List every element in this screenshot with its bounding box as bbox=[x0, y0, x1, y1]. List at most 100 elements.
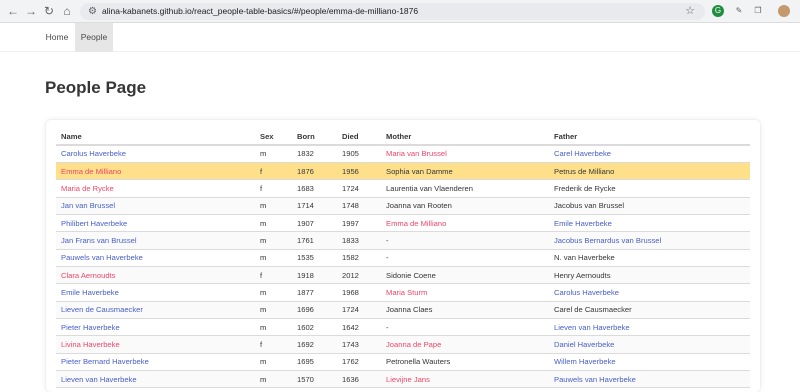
person-link[interactable]: Carolus Haverbeke bbox=[61, 149, 126, 158]
nav-people-link[interactable]: People bbox=[75, 23, 113, 52]
cell-born: 1832 bbox=[292, 145, 337, 163]
table-row: Pieter Haverbeke m 1602 1642- Lieven van Hav… bbox=[56, 318, 750, 337]
person-link[interactable]: Jan Frans van Brussel bbox=[61, 236, 137, 245]
father-link[interactable]: Jacobus Bernardus van Brussel bbox=[554, 236, 661, 245]
profile-avatar[interactable] bbox=[778, 5, 790, 17]
cell-mother: Joanna de Pape bbox=[381, 335, 549, 354]
cell-died: 1956 bbox=[337, 162, 381, 181]
person-link[interactable]: Philibert Haverbeke bbox=[61, 219, 127, 228]
mother-link[interactable]: Joanna de Pape bbox=[386, 340, 441, 349]
cell-born: 1918 bbox=[292, 266, 337, 285]
table-header-row: Name Sex Born Died Mother Father bbox=[56, 128, 750, 146]
person-link[interactable]: Maria de Rycke bbox=[61, 184, 114, 193]
person-link[interactable]: Lieven de Causmaecker bbox=[61, 305, 143, 314]
cell-mother: Maria van Brussel bbox=[381, 145, 549, 163]
cell-born: 1907 bbox=[292, 214, 337, 233]
cell-born: 1761 bbox=[292, 231, 337, 250]
home-icon[interactable]: ⌂ bbox=[60, 4, 74, 18]
father-link[interactable]: Carolus Haverbeke bbox=[554, 288, 619, 297]
table-row: Jan Frans van Brussel m 1761 1833- Jacobus B… bbox=[56, 231, 750, 250]
table-row: Carolus Haverbeke m 1832 1905 Maria van Brus… bbox=[56, 145, 750, 163]
cell-mother: Maria Sturm bbox=[381, 283, 549, 302]
cell-sex: m bbox=[255, 301, 292, 319]
cell-father: Lieven van Haverbeke bbox=[549, 318, 750, 337]
table-row: Maria de Rycke f 1683 1724 Laurentia van Vla… bbox=[56, 179, 750, 198]
cell-name: Pieter Bernard Haverbeke bbox=[56, 353, 255, 371]
person-link[interactable]: Livina Haverbeke bbox=[61, 340, 120, 349]
arrow-left-icon[interactable]: ← bbox=[6, 4, 20, 18]
cell-died: 1748 bbox=[337, 197, 381, 215]
father-link[interactable]: Pauwels van Haverbeke bbox=[554, 375, 636, 384]
cell-father: N. van Haverbeke bbox=[549, 249, 750, 267]
table-row: Livina Haverbeke f 1692 1743 Joanna de Pape D… bbox=[56, 335, 750, 354]
cell-sex: f bbox=[255, 179, 292, 198]
cell-name: Lieven van Haverbeke bbox=[56, 370, 255, 389]
cell-father: Pauwels van Haverbeke bbox=[549, 370, 750, 389]
person-link[interactable]: Emma de Milliano bbox=[61, 167, 121, 176]
mother-link[interactable]: Maria Sturm bbox=[386, 288, 427, 297]
cell-sex: m bbox=[255, 318, 292, 337]
cell-father: Carel Haverbeke bbox=[549, 145, 750, 163]
cell-died: 1762 bbox=[337, 353, 381, 371]
header-father: Father bbox=[549, 128, 750, 146]
father-link[interactable]: Daniel Haverbeke bbox=[554, 340, 614, 349]
cell-father: Willem Haverbeke bbox=[549, 353, 750, 371]
person-link[interactable]: Clara Aernoudts bbox=[61, 271, 115, 280]
cell-sex: m bbox=[255, 249, 292, 267]
site-info-icon[interactable]: ⚙ bbox=[86, 5, 99, 18]
header-sex: Sex bbox=[255, 128, 292, 146]
header-born: Born bbox=[292, 128, 337, 146]
cell-father: Daniel Haverbeke bbox=[549, 335, 750, 354]
person-link[interactable]: Emile Haverbeke bbox=[61, 288, 119, 297]
person-link[interactable]: Pauwels van Haverbeke bbox=[61, 253, 143, 262]
table-row: Emile Haverbeke m 1877 1968 Maria Sturm Carol… bbox=[56, 283, 750, 302]
person-link[interactable]: Pieter Bernard Haverbeke bbox=[61, 357, 149, 366]
father-link[interactable]: Lieven van Haverbeke bbox=[554, 323, 630, 332]
mother-link[interactable]: Lievijne Jans bbox=[386, 375, 430, 384]
extension-grammarly-icon[interactable]: G bbox=[712, 5, 724, 17]
cell-name: Pauwels van Haverbeke bbox=[56, 249, 255, 267]
person-link[interactable]: Jan van Brussel bbox=[61, 201, 115, 210]
cell-mother: - bbox=[381, 318, 549, 337]
father-link[interactable]: Emile Haverbeke bbox=[554, 219, 612, 228]
table-row: Clara Aernoudts f 1918 2012 Sidonie Coene Hen… bbox=[56, 266, 750, 285]
table-row: Pauwels van Haverbeke m 1535 1582- N. van Ha… bbox=[56, 249, 750, 267]
cell-sex: m bbox=[255, 145, 292, 163]
cell-sex: m bbox=[255, 370, 292, 389]
cell-died: 1968 bbox=[337, 283, 381, 302]
cell-father: Henry Aernoudts bbox=[549, 266, 750, 285]
cell-died: 1997 bbox=[337, 214, 381, 233]
reload-icon[interactable]: ↻ bbox=[42, 4, 56, 18]
cell-father: Jacobus van Brussel bbox=[549, 197, 750, 215]
address-bar[interactable]: ⚙ alina-kabanets.github.io/react_people-… bbox=[80, 3, 705, 20]
mother-link[interactable]: Maria van Brussel bbox=[386, 149, 447, 158]
person-link[interactable]: Pieter Haverbeke bbox=[61, 323, 120, 332]
cell-born: 1602 bbox=[292, 318, 337, 337]
cell-died: 2012 bbox=[337, 266, 381, 285]
table-row: Lieven van Haverbeke m 1570 1636 Lievijne Ja… bbox=[56, 370, 750, 389]
arrow-right-icon[interactable]: → bbox=[24, 4, 38, 18]
header-name: Name bbox=[56, 128, 255, 146]
pen-icon[interactable]: ✎ bbox=[733, 5, 745, 17]
cell-born: 1695 bbox=[292, 353, 337, 371]
table-row: Pieter Bernard Haverbeke m 1695 1762 Petrone… bbox=[56, 353, 750, 371]
extensions-puzzle-icon[interactable]: ❒ bbox=[752, 5, 764, 17]
father-link[interactable]: Willem Haverbeke bbox=[554, 357, 616, 366]
person-link[interactable]: Lieven van Haverbeke bbox=[61, 375, 137, 384]
cell-father: Jacobus Bernardus van Brussel bbox=[549, 231, 750, 250]
nav-home-link[interactable]: Home bbox=[40, 23, 74, 52]
people-table-body: Carolus Haverbeke m 1832 1905 Maria van Brus… bbox=[56, 145, 750, 389]
cell-born: 1696 bbox=[292, 301, 337, 319]
cell-born: 1683 bbox=[292, 179, 337, 198]
bookmark-star-icon[interactable]: ☆ bbox=[685, 4, 695, 19]
cell-mother: - bbox=[381, 231, 549, 250]
cell-mother: Petronella Wauters bbox=[381, 353, 549, 371]
table-row: Philibert Haverbeke m 1907 1997 Emma de Mill… bbox=[56, 214, 750, 233]
mother-link[interactable]: Emma de Milliano bbox=[386, 219, 446, 228]
cell-sex: m bbox=[255, 197, 292, 215]
url-text[interactable]: alina-kabanets.github.io/react_people-ta… bbox=[102, 5, 418, 18]
cell-mother: Sidonie Coene bbox=[381, 266, 549, 285]
cell-father: Emile Haverbeke bbox=[549, 214, 750, 233]
cell-father: Carel de Causmaecker bbox=[549, 301, 750, 319]
father-link[interactable]: Carel Haverbeke bbox=[554, 149, 611, 158]
